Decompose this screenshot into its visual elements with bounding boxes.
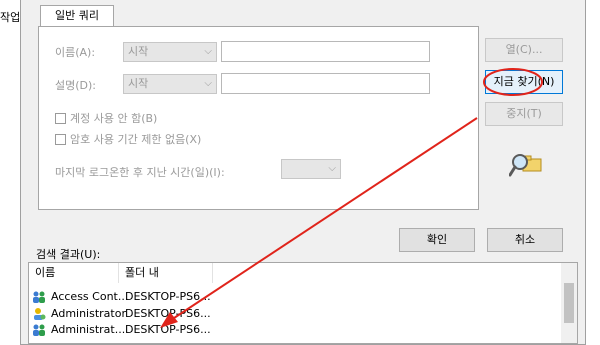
ok-button[interactable]: 확인 [399, 228, 475, 252]
row-folder: DESKTOP-PS6... [125, 290, 211, 303]
background-window-text: 작업 [0, 11, 21, 24]
no-expire-password-checkbox[interactable]: 암호 사용 기간 제한 없음(X) [55, 131, 201, 147]
column-header-folder[interactable]: 폴더 내 [119, 263, 213, 283]
checkbox-box[interactable] [55, 112, 66, 124]
row-name: Access Cont... [51, 290, 129, 303]
last-logon-label: 마지막 로그온한 후 지난 시간(일)(I): [55, 166, 225, 179]
description-label: 설명(D): [55, 79, 96, 92]
name-label: 이름(A): [55, 46, 96, 59]
user-group-icon [32, 290, 46, 304]
checkbox-box[interactable] [55, 133, 66, 145]
column-header-name[interactable]: 이름 [29, 263, 119, 283]
search-results-list[interactable]: 이름 폴더 내 Access Cont... DESKTOP-PS6... Ad… [28, 262, 578, 344]
name-input[interactable] [221, 41, 430, 62]
disabled-accounts-checkbox[interactable]: 계정 사용 안 함(B) [55, 110, 157, 126]
search-results-label: 검색 결과(U): [36, 248, 101, 261]
table-row[interactable]: Administrator DESKTOP-PS6... [29, 306, 559, 322]
description-mode-value: 시작 [128, 77, 149, 90]
chevron-down-icon: ⌵ [204, 78, 212, 89]
description-mode-select[interactable]: 시작 ⌵ [123, 74, 217, 94]
table-row[interactable]: Access Cont... DESKTOP-PS6... [29, 289, 559, 305]
row-name: Administrat... [51, 323, 126, 336]
general-query-panel: 이름(A): 시작 ⌵ 설명(D): 시작 ⌵ 계정 사용 안 함(B) 암호 … [38, 26, 479, 210]
chevron-down-icon: ⌵ [204, 46, 212, 57]
chevron-down-icon: ⌵ [328, 163, 336, 174]
name-mode-value: 시작 [128, 45, 149, 58]
results-scrollbar[interactable] [561, 263, 577, 343]
no-expire-password-label: 암호 사용 기간 제한 없음(X) [70, 133, 202, 146]
user-group-icon [32, 323, 46, 337]
disabled-accounts-label: 계정 사용 안 함(B) [70, 112, 158, 125]
name-mode-select[interactable]: 시작 ⌵ [123, 42, 217, 62]
row-folder: DESKTOP-PS6... [125, 307, 211, 320]
cancel-button[interactable]: 취소 [487, 228, 563, 252]
search-magnifier-icon [508, 149, 543, 179]
description-input[interactable] [221, 73, 430, 94]
stop-button[interactable]: 중지(T) [485, 102, 563, 126]
tab-general-query[interactable]: 일반 쿼리 [40, 5, 114, 28]
table-row[interactable]: Administrat... DESKTOP-PS6... [29, 322, 559, 338]
row-name: Administrator [51, 307, 126, 320]
last-logon-select[interactable]: ⌵ [281, 159, 341, 179]
user-icon [32, 307, 46, 321]
find-now-button[interactable]: 지금 찾기(N) [485, 70, 563, 94]
row-folder: DESKTOP-PS6... [125, 323, 211, 336]
scrollbar-thumb[interactable] [564, 283, 574, 323]
columns-button[interactable]: 열(C)... [485, 38, 563, 62]
